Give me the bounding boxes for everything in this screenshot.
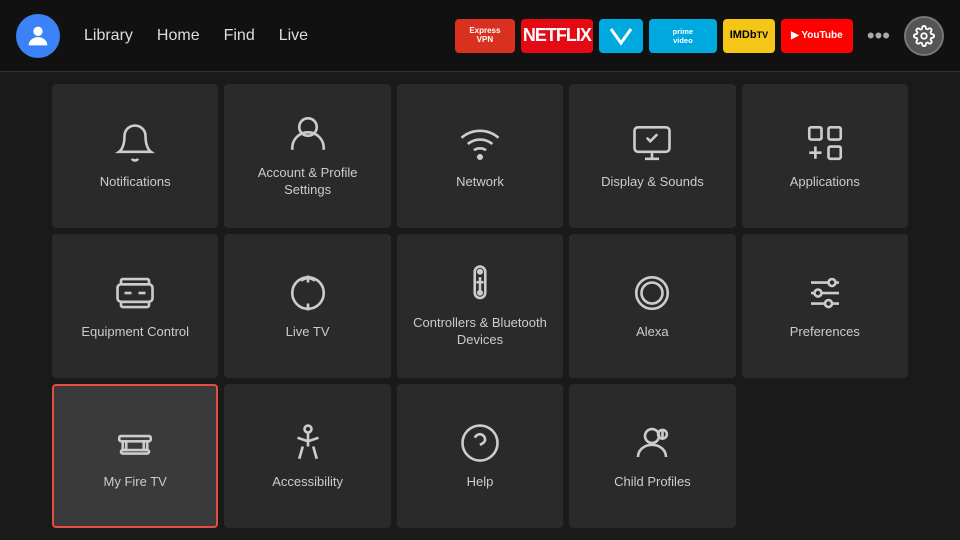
user-avatar[interactable] (16, 14, 60, 58)
grid-item-network[interactable]: Network (397, 84, 563, 228)
preferences-label: Preferences (790, 324, 860, 341)
app-youtube[interactable]: ▶ YouTube (781, 19, 853, 53)
grid-item-child-profiles[interactable]: Child Profiles (569, 384, 735, 528)
live-tv-label: Live TV (286, 324, 330, 341)
nav-live[interactable]: Live (271, 23, 316, 49)
grid-item-display-sounds[interactable]: Display & Sounds (569, 84, 735, 228)
app-expressvpn[interactable]: ExpressVPN (455, 19, 515, 53)
settings-button[interactable] (904, 16, 944, 56)
settings-grid: Notifications Account & Profile Settings… (0, 72, 960, 540)
nav-library[interactable]: Library (76, 23, 141, 49)
grid-item-notifications[interactable]: Notifications (52, 84, 218, 228)
app-prime-video[interactable]: primevideo (649, 19, 717, 53)
grid-item-help[interactable]: Help (397, 384, 563, 528)
accessibility-label: Accessibility (272, 474, 343, 491)
account-profile-label: Account & Profile Settings (234, 165, 380, 199)
grid-item-preferences[interactable]: Preferences (742, 234, 908, 378)
top-nav: Library Home Find Live ExpressVPN NETFLI… (0, 0, 960, 72)
app-imdb[interactable]: IMDbTV (723, 19, 775, 53)
grid-item-live-tv[interactable]: Live TV (224, 234, 390, 378)
app-netflix[interactable]: NETFLIX (521, 19, 593, 53)
alexa-label: Alexa (636, 324, 669, 341)
network-label: Network (456, 174, 504, 191)
controllers-bluetooth-label: Controllers & Bluetooth Devices (407, 315, 553, 349)
my-fire-tv-label: My Fire TV (104, 474, 167, 491)
nav-find[interactable]: Find (216, 23, 263, 49)
display-sounds-label: Display & Sounds (601, 174, 704, 191)
grid-item-alexa[interactable]: Alexa (569, 234, 735, 378)
more-apps-button[interactable]: ••• (859, 19, 898, 53)
applications-label: Applications (790, 174, 860, 191)
app-freevee[interactable] (599, 19, 643, 53)
help-label: Help (467, 474, 494, 491)
nav-apps: ExpressVPN NETFLIX primevideo IMDbTV ▶ Y… (455, 16, 944, 56)
grid-item-account-profile[interactable]: Account & Profile Settings (224, 84, 390, 228)
notifications-label: Notifications (100, 174, 171, 191)
child-profiles-label: Child Profiles (614, 474, 691, 491)
nav-home[interactable]: Home (149, 23, 208, 49)
equipment-control-label: Equipment Control (81, 324, 189, 341)
grid-item-applications[interactable]: Applications (742, 84, 908, 228)
grid-item-equipment-control[interactable]: Equipment Control (52, 234, 218, 378)
grid-item-accessibility[interactable]: Accessibility (224, 384, 390, 528)
nav-links: Library Home Find Live (76, 23, 316, 49)
grid-item-my-fire-tv[interactable]: My Fire TV (52, 384, 218, 528)
grid-item-controllers-bluetooth[interactable]: Controllers & Bluetooth Devices (397, 234, 563, 378)
